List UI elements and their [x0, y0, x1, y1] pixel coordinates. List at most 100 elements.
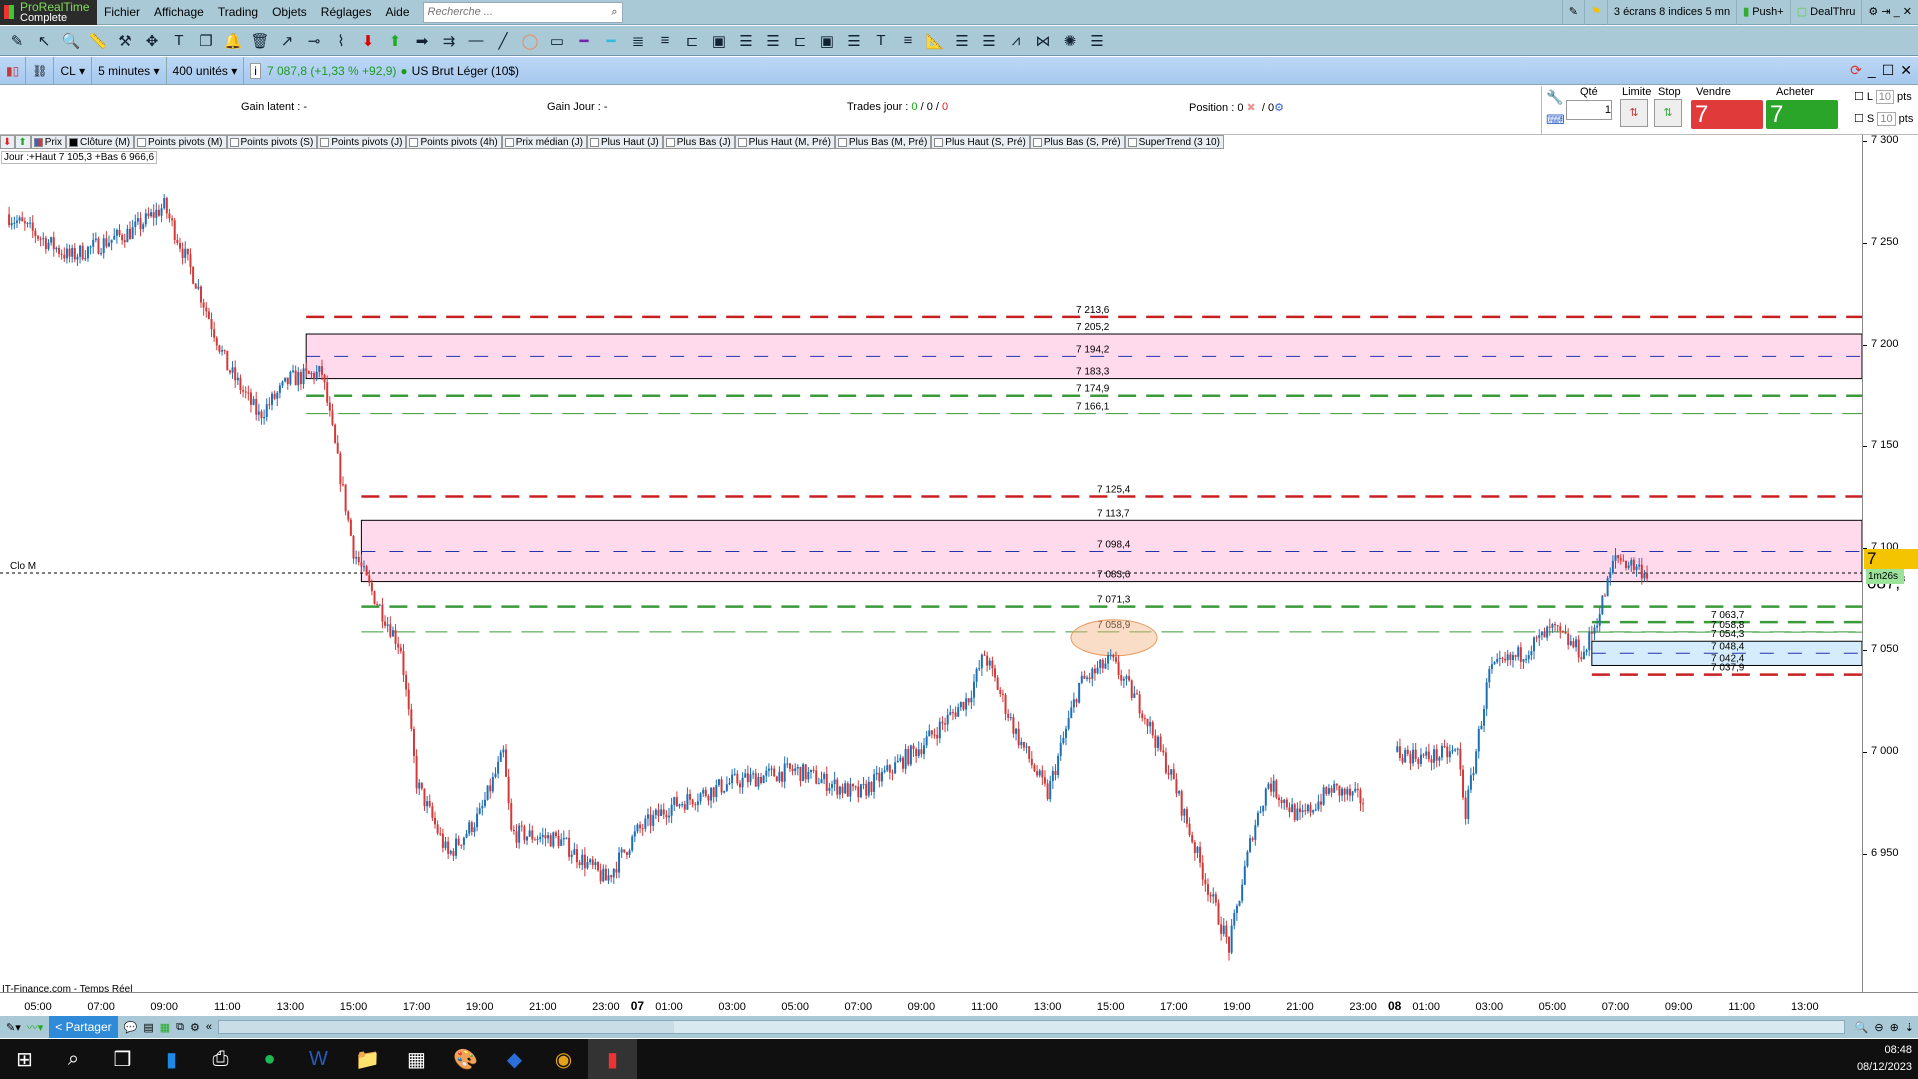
indicator-toggle[interactable]: Plus Bas (M, Pré)	[834, 135, 932, 149]
menu-fichier[interactable]: Fichier	[97, 5, 147, 19]
draw-tools-icon[interactable]: ✎	[1561, 0, 1584, 25]
symbol-select[interactable]: CL ▾	[54, 56, 93, 85]
gann-icon[interactable]: ✺	[1059, 30, 1081, 52]
fib-levels-icon[interactable]: ≡	[654, 30, 676, 52]
indicator-toggle[interactable]: Points pivots (J)	[317, 135, 407, 149]
app-icon[interactable]: ◆	[490, 1039, 539, 1079]
menu-affichage[interactable]: Affichage	[147, 5, 211, 19]
minimize-icon[interactable]: _	[1868, 62, 1876, 79]
checkbox[interactable]	[409, 137, 419, 147]
search-input[interactable]	[427, 6, 612, 18]
menu-réglages[interactable]: Réglages	[314, 5, 379, 19]
menu-objets[interactable]: Objets	[265, 5, 314, 19]
indicator-toggle[interactable]: Points pivots (S)	[226, 135, 318, 149]
keyboard-icon[interactable]: ⌨	[1546, 112, 1565, 128]
report-icon[interactable]: ▤	[143, 1021, 153, 1034]
circle-icon[interactable]: ◯	[519, 30, 541, 52]
calculator-icon[interactable]: ▦	[392, 1039, 441, 1079]
checkbox[interactable]	[320, 137, 330, 147]
copy-icon[interactable]: ❐	[195, 30, 217, 52]
indicator-toggle[interactable]: Clôture (M)	[66, 135, 135, 149]
checkbox[interactable]	[589, 137, 599, 147]
chart-type-icon[interactable]: ▮▯	[0, 56, 27, 85]
checkbox[interactable]	[837, 137, 847, 147]
remove-indicator-icon[interactable]: ⬇	[0, 135, 16, 149]
time-axis[interactable]: 05:00 07:00 09:00 11:00 13:00 15:00 17:00 19:00…	[0, 992, 1918, 1016]
levels2-icon[interactable]: ☰	[762, 30, 784, 52]
push-button[interactable]: ▮ Push+	[1736, 0, 1790, 25]
sell-button[interactable]: 7 086,4	[1691, 100, 1763, 161]
tools-icon[interactable]: ⚒	[114, 30, 136, 52]
settings-icon[interactable]: ⚙	[190, 1021, 200, 1034]
quantity-input[interactable]	[1566, 100, 1612, 120]
horizontal-line-icon[interactable]: —	[465, 30, 487, 52]
share-button[interactable]: < Partager	[49, 1016, 118, 1038]
box3-icon[interactable]: ▣	[816, 30, 838, 52]
short-option[interactable]: ☐ S 10 pts	[1854, 112, 1913, 126]
draw-tools-icon[interactable]: ✎▾	[6, 1021, 21, 1034]
indicator-toggle[interactable]: Plus Haut (S, Pré)	[931, 135, 1030, 149]
search-icon[interactable]: ⌕	[49, 1039, 98, 1079]
link-icon[interactable]: ⛓	[26, 56, 55, 85]
zoom-in-icon[interactable]: ⊕	[1890, 1021, 1899, 1034]
checkbox[interactable]	[665, 137, 675, 147]
price-chart[interactable]: 7 213,6 7 205,2 7 194,2 7 183,3 7 174,9 7 166…	[0, 149, 1862, 992]
dealthru-button[interactable]: ▢ DealThru	[1789, 0, 1862, 25]
comment-icon[interactable]: 💬	[124, 1021, 138, 1034]
indicator-toggle[interactable]: Prix	[30, 135, 67, 149]
collapse-icon[interactable]: «	[206, 1021, 212, 1033]
maximize-icon[interactable]: ☐	[1882, 62, 1895, 79]
search-box[interactable]: ⌕	[422, 1, 623, 23]
indicator-toggle[interactable]: SuperTrend (3 10)	[1124, 135, 1224, 149]
magnifier-icon[interactable]: 🔍	[60, 30, 82, 52]
arrow-up-green-icon[interactable]: ⬆	[384, 30, 406, 52]
levels4-icon[interactable]: ≡	[897, 30, 919, 52]
indicator-toggle[interactable]: Plus Bas (J)	[662, 135, 735, 149]
system-clock[interactable]: 08:48 08/12/2023	[1857, 1042, 1918, 1076]
orderbook-icon[interactable]: ▦	[160, 1021, 170, 1034]
rectangle-icon[interactable]: ▭	[546, 30, 568, 52]
label-icon[interactable]: T	[870, 30, 892, 52]
flag-icon[interactable]: ⚑	[1584, 0, 1607, 25]
timeframe-select[interactable]: 5 minutes ▾	[92, 56, 167, 85]
prorealtime-icon[interactable]: ▮	[588, 1039, 637, 1079]
multi-chart-icon[interactable]: ⧉	[176, 1021, 184, 1034]
units-select[interactable]: 400 unités ▾	[167, 56, 245, 85]
levels5-icon[interactable]: ☰	[951, 30, 973, 52]
indicators-icon[interactable]: 〰▾	[27, 1019, 44, 1035]
workspace-label[interactable]: 3 écrans 8 indices 5 mn	[1606, 0, 1736, 25]
zigzag-icon[interactable]: ⩘	[1005, 30, 1027, 52]
menu-aide[interactable]: Aide	[378, 5, 416, 19]
stop-order-button[interactable]: ⇅	[1654, 99, 1682, 127]
windows-start-icon[interactable]: ⊞	[0, 1039, 49, 1079]
wrench-icon[interactable]: 🔧	[1546, 89, 1563, 106]
measure-icon[interactable]: 📐	[924, 30, 946, 52]
pattern-icon[interactable]: ⋈	[1032, 30, 1054, 52]
purple-line-icon[interactable]: ━	[573, 30, 595, 52]
arrow-down-red-icon[interactable]: ⬇	[357, 30, 379, 52]
box2-icon[interactable]: ⊏	[789, 30, 811, 52]
checkbox[interactable]	[69, 137, 79, 147]
fibonacci-icon[interactable]: ≣	[627, 30, 649, 52]
auto-zoom-icon[interactable]: 🔍	[1855, 1021, 1869, 1034]
refresh-icon[interactable]: ⟳	[1850, 62, 1862, 79]
trash-icon[interactable]: 🗑	[249, 30, 271, 52]
ruler-icon[interactable]: 📏	[87, 30, 109, 52]
close-icon[interactable]: ✕	[1900, 62, 1912, 79]
info-icon[interactable]: i	[250, 62, 261, 79]
arrow-line-icon[interactable]: ↗	[276, 30, 298, 52]
indicator-toggle[interactable]: Prix médian (J)	[501, 135, 587, 149]
checkbox[interactable]	[1032, 137, 1042, 147]
buy-button[interactable]: 7 089,2	[1766, 100, 1838, 161]
checkbox[interactable]	[1127, 137, 1137, 147]
chart-canvas[interactable]: 7 213,6 7 205,2 7 194,2 7 183,3 7 174,9 7 166…	[0, 149, 1862, 992]
store-icon[interactable]: ▮	[147, 1039, 196, 1079]
indicator-toggle[interactable]: Points pivots (M)	[134, 135, 227, 149]
checkbox[interactable]	[33, 137, 43, 147]
trendline-icon[interactable]: ╱	[492, 30, 514, 52]
levels3-icon[interactable]: ☰	[843, 30, 865, 52]
add-indicator-icon[interactable]: ⬆	[15, 135, 31, 149]
file-explorer-icon[interactable]: 📁	[343, 1039, 392, 1079]
gears-icon[interactable]: ⚙	[1274, 102, 1284, 114]
checkbox[interactable]	[737, 137, 747, 147]
